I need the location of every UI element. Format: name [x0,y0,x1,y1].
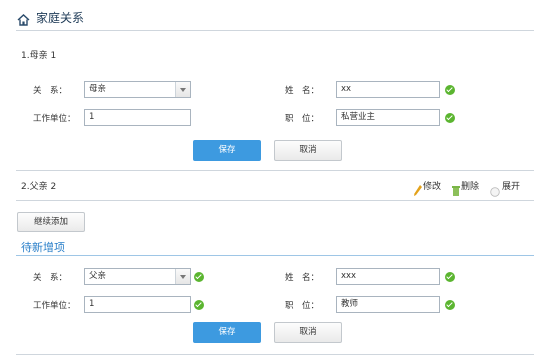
name-label: 姓 名： [285,86,320,96]
name-value: xx [341,84,352,94]
position-value: 私营业主 [341,112,376,122]
position-label: 职 位： [285,301,320,311]
relation-label: 关 系： [33,273,68,283]
work-field[interactable]: 1 [84,109,191,126]
work-field[interactable]: 1 [84,296,191,313]
delete-link[interactable]: 删除 [461,181,479,193]
name-field[interactable]: xx [336,81,440,98]
work-value: 1 [89,112,95,122]
expand-icon[interactable] [490,182,500,201]
record-heading: 2.父亲 2 [21,182,57,192]
record-heading: 1.母亲 1 [21,51,57,61]
save-button[interactable]: 保存 [193,140,261,161]
check-icon [194,272,204,282]
position-value: 教师 [341,299,359,309]
cancel-button[interactable]: 取消 [274,322,342,343]
relation-select[interactable]: 父亲 [84,268,191,285]
relation-value: 父亲 [89,271,107,281]
position-field[interactable]: 教师 [336,296,440,313]
edit-link[interactable]: 修改 [423,181,441,193]
home-icon [17,11,30,26]
page-title: 家庭关系 [36,11,85,25]
position-field[interactable]: 私营业主 [336,109,440,126]
chevron-down-icon[interactable] [175,82,190,97]
expand-link[interactable]: 展开 [502,181,520,193]
work-label: 工作单位： [33,114,76,124]
section-divider [16,200,534,201]
new-section-title: 待新增项 [21,241,65,254]
header-divider [16,30,534,31]
trash-icon[interactable] [452,181,460,200]
section-divider [16,354,534,355]
check-icon [445,272,455,282]
relation-label: 关 系： [33,86,68,96]
check-icon [445,300,455,310]
name-value: xxx [341,271,357,281]
position-label: 职 位： [285,114,320,124]
save-button[interactable]: 保存 [193,322,261,343]
chevron-down-icon[interactable] [175,269,190,284]
check-icon [445,113,455,123]
work-label: 工作单位： [33,301,76,311]
name-label: 姓 名： [285,273,320,283]
section-divider [16,170,534,171]
pencil-icon[interactable] [414,181,422,200]
work-value: 1 [89,299,95,309]
cancel-button[interactable]: 取消 [274,140,342,161]
continue-add-button[interactable]: 继续添加 [17,212,85,232]
check-icon [445,85,455,95]
check-icon [194,300,204,310]
relation-value: 母亲 [89,84,107,94]
relation-select[interactable]: 母亲 [84,81,191,98]
new-section-underline [16,255,534,256]
name-field[interactable]: xxx [336,268,440,285]
